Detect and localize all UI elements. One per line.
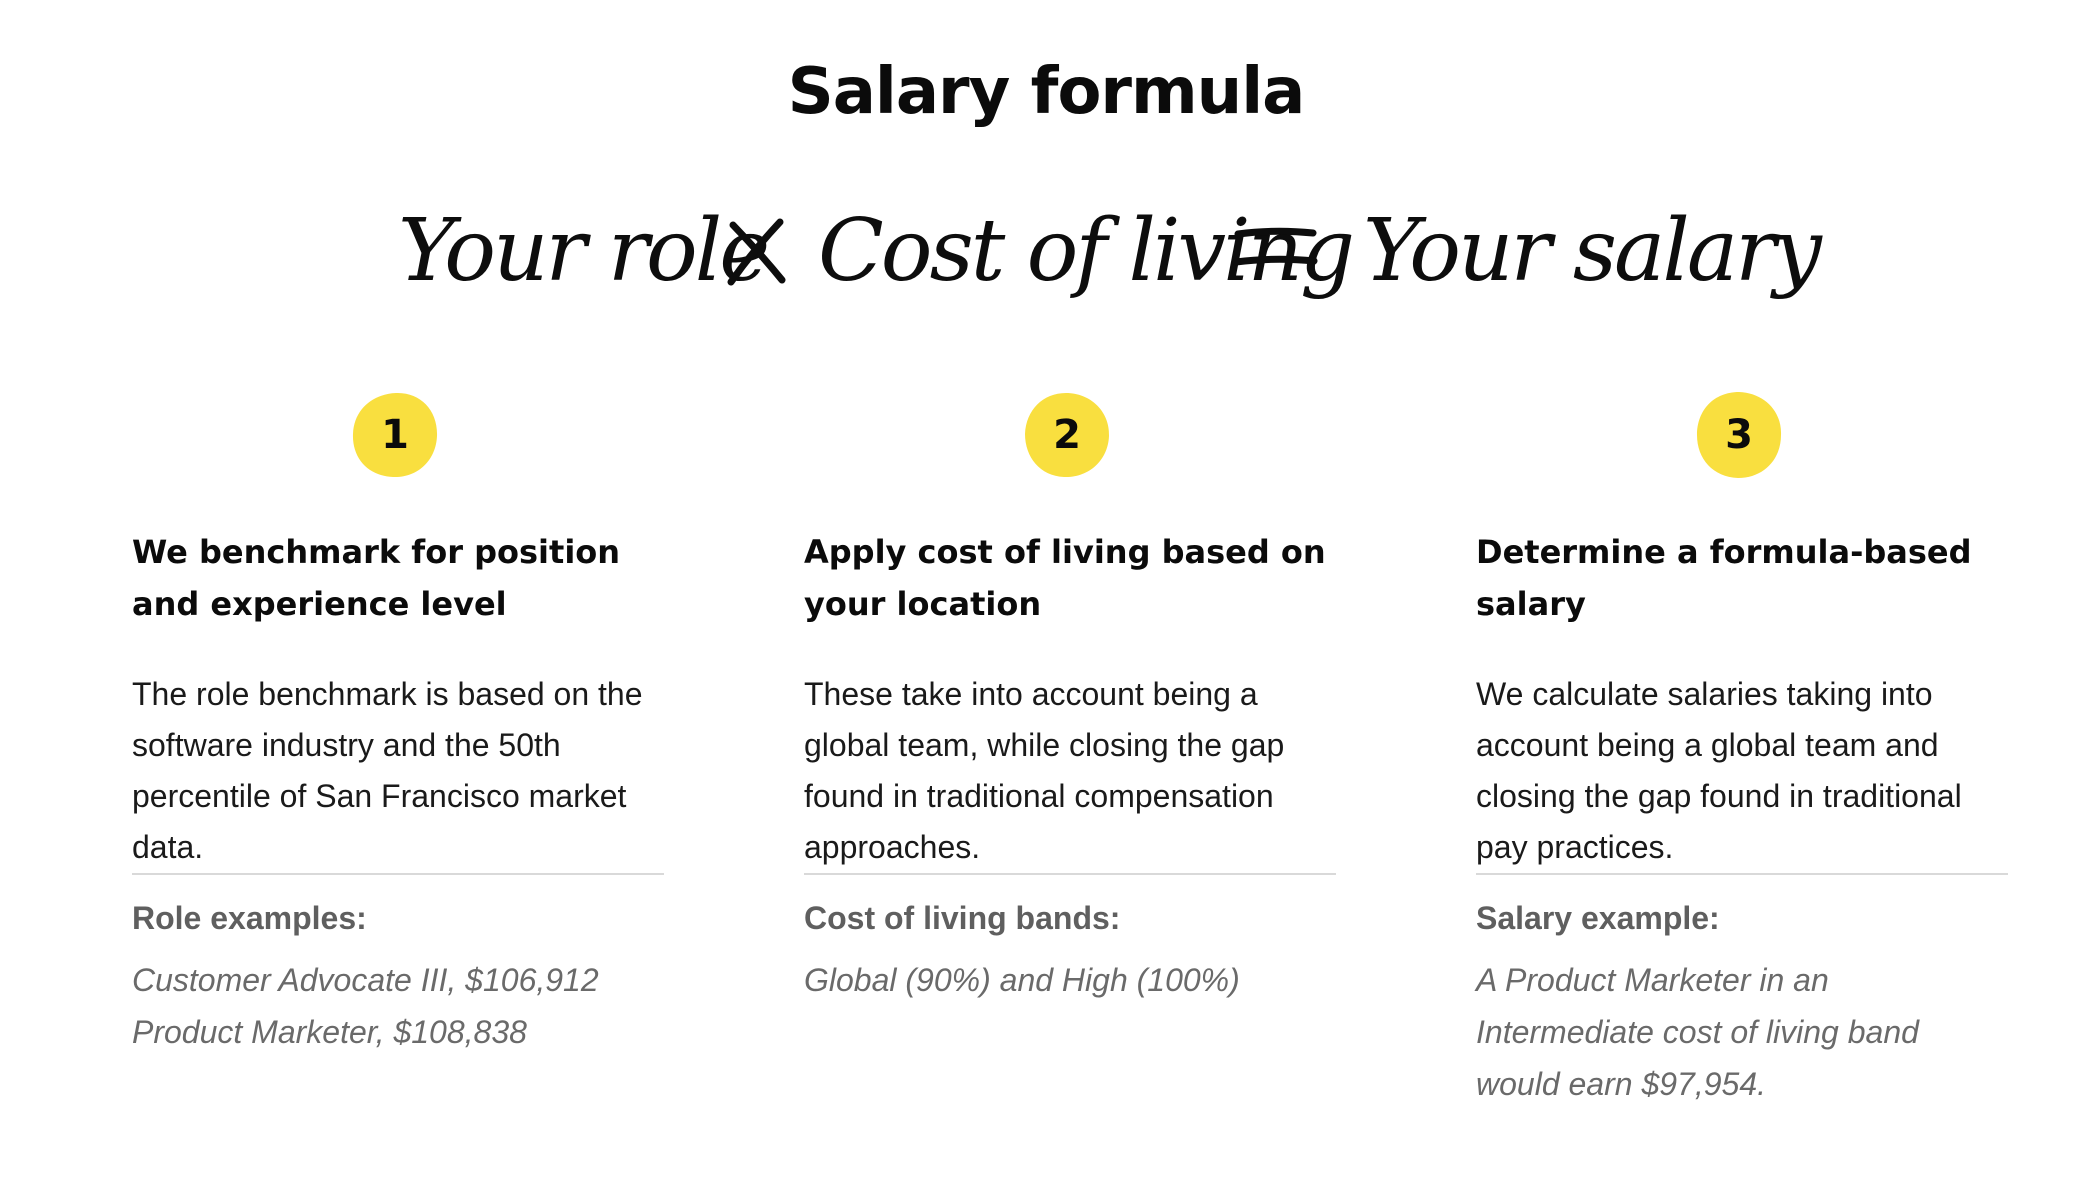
step-1-heading: We benchmark for position and experience… [132, 533, 621, 623]
step-3-heading: Determine a formula-based salary [1476, 533, 1972, 623]
formula-illustration: Your role Cost of living Your salary [398, 201, 1826, 301]
formula-term-your-role: Your role [398, 201, 767, 301]
formula-term-cost-of-living: Cost of living [818, 201, 1352, 301]
step-3-examples: A Product Marketer in an Intermediate co… [1476, 954, 2011, 1110]
list-item: Global (90%) and High (100%) [804, 962, 1240, 998]
list-item: A Product Marketer in an Intermediate co… [1476, 962, 1919, 1102]
list-item: Customer Advocate III, $106,912 [132, 962, 599, 998]
step-3-number: 3 [1725, 412, 1753, 458]
step-1-label: Role examples: [132, 900, 367, 936]
step-1-badge: 1 [350, 390, 440, 480]
step-2-heading: Apply cost of living based on your locat… [804, 533, 1326, 623]
page-title: Salary formula [787, 55, 1306, 129]
step-2-divider [804, 873, 1336, 875]
step-3-divider [1476, 873, 2008, 875]
step-1-number: 1 [381, 412, 409, 458]
salary-formula: Your role Cost of living Your salary [0, 178, 2092, 348]
step-1-examples: Customer Advocate III, $106,912 Product … [132, 954, 667, 1058]
list-item: Product Marketer, $108,838 [132, 1014, 527, 1050]
step-3-body: We calculate salaries taking into accoun… [1476, 676, 1962, 865]
step-3-badge: 3 [1694, 390, 1784, 480]
step-2-badge: 2 [1022, 390, 1112, 480]
step-2-body: These take into account being a global t… [804, 676, 1285, 865]
step-1-body: The role benchmark is based on the softw… [132, 676, 643, 865]
step-2-examples: Global (90%) and High (100%) [804, 954, 1339, 1006]
step-2-label: Cost of living bands: [804, 900, 1121, 936]
step-1-divider [132, 873, 664, 875]
step-3-label: Salary example: [1476, 900, 1720, 936]
formula-result-your-salary: Your salary [1363, 201, 1823, 301]
step-2-number: 2 [1053, 412, 1081, 458]
